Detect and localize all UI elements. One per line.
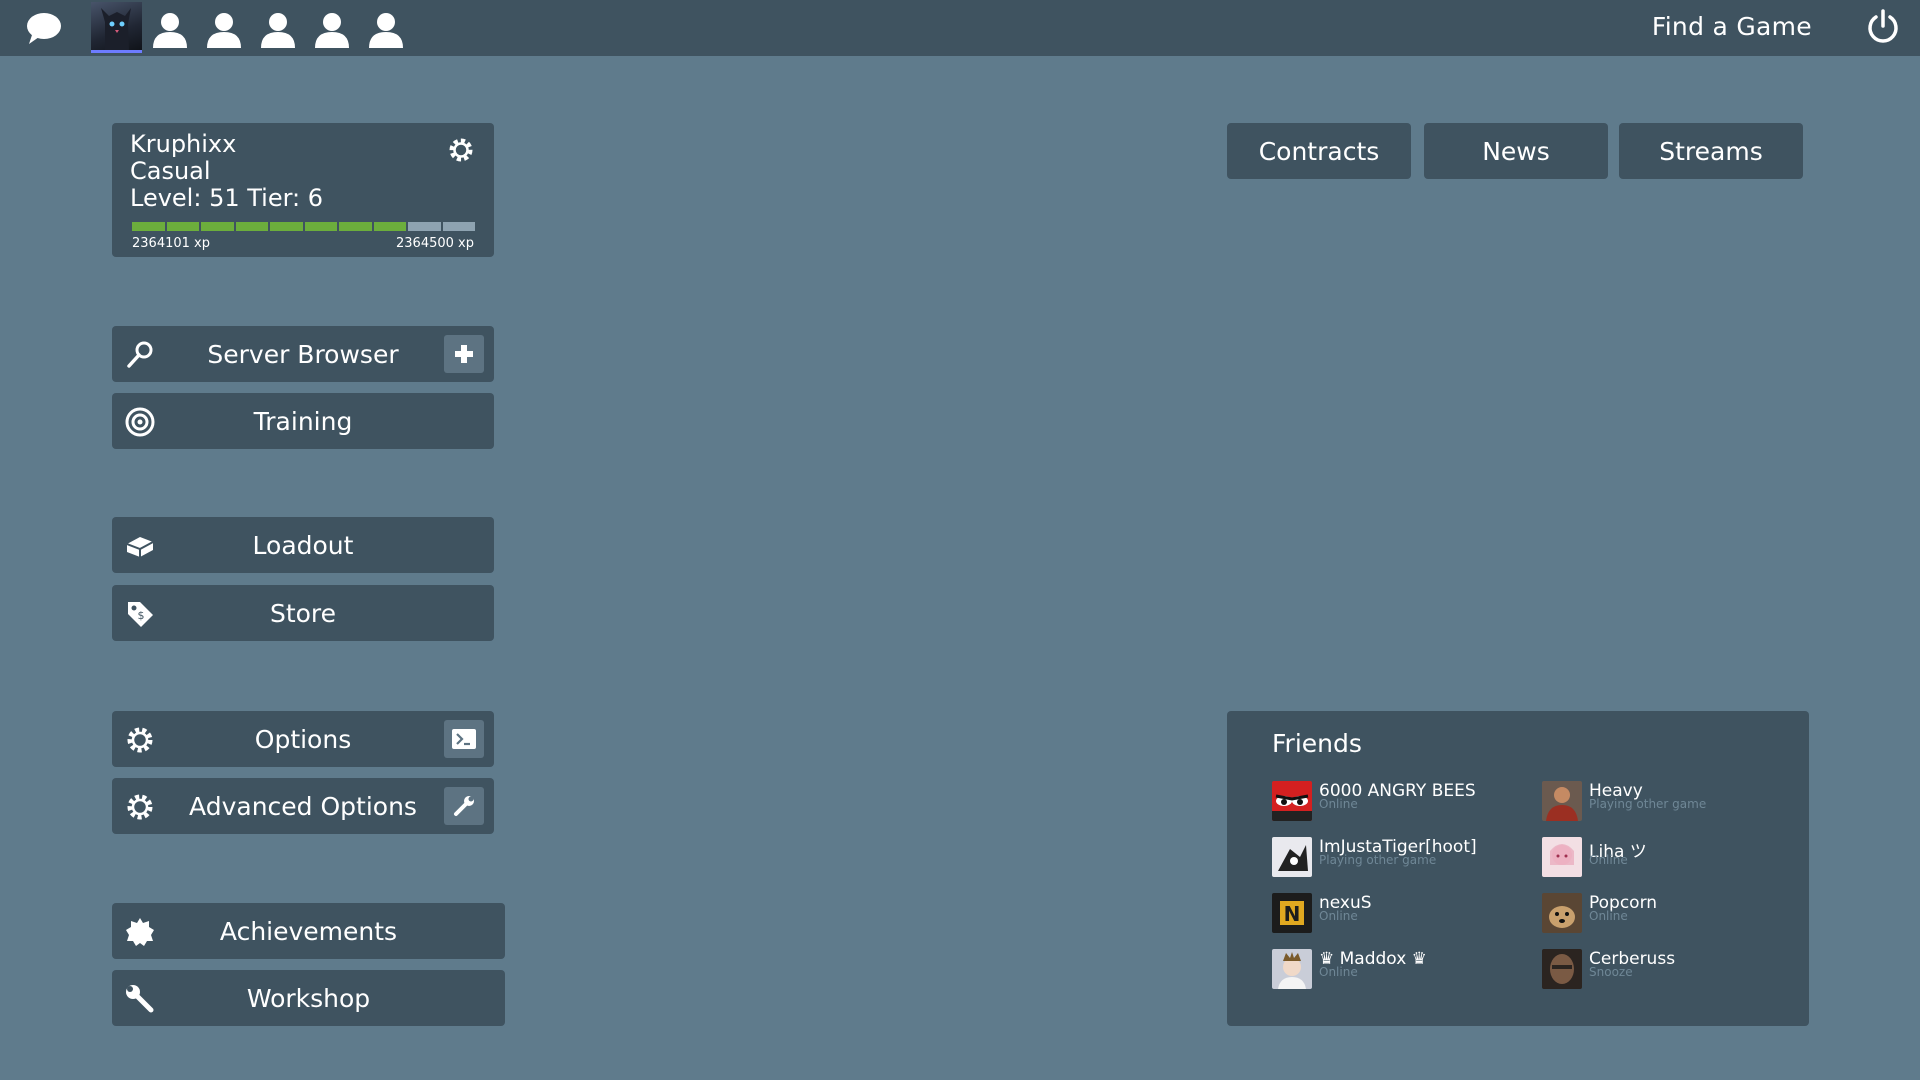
xp-progress-bar [132,222,475,231]
friend-status: Online [1589,853,1628,867]
power-icon[interactable] [1864,8,1902,46]
options-label: Options [254,724,352,754]
svg-text:N: N [1284,902,1301,926]
advanced-tools-button[interactable] [444,787,484,825]
add-server-button[interactable] [444,335,484,373]
loadout-label: Loadout [252,530,354,560]
player-mode: Casual [130,157,211,185]
party-slot-icon[interactable] [204,10,244,50]
profile-card: Kruphixx Casual Level: 51 Tier: 6 236410… [112,123,494,257]
friend-status: Online [1589,909,1628,923]
store-button[interactable]: $ Store [112,585,494,641]
find-game-button[interactable]: Find a Game [1652,12,1812,41]
friend-item[interactable]: Heavy Playing other game [1542,781,1792,825]
xp-next: 2364500 xp [396,236,474,251]
friend-status: Playing other game [1589,797,1707,811]
friend-avatar [1542,893,1582,933]
party-slot-icon[interactable] [258,10,298,50]
friend-avatar [1542,837,1582,877]
badge-icon [126,918,154,946]
price-tag-icon: $ [128,602,153,627]
party-slot-icon[interactable] [150,10,190,50]
friend-status: Playing other game [1319,853,1437,867]
gear-icon [127,727,153,753]
loadout-button[interactable]: Loadout [112,517,494,573]
achievements-button[interactable]: Achievements [112,903,505,959]
training-button[interactable]: Training [112,393,494,449]
top-bar: Find a Game [0,0,1920,56]
server-browser-label: Server Browser [207,339,399,369]
tab-contracts[interactable]: Contracts [1227,123,1411,179]
friend-avatar [1542,949,1582,989]
achievements-label: Achievements [219,916,398,946]
magnifier-icon [127,341,153,368]
friend-avatar [1272,781,1312,821]
player-name: Kruphixx [130,130,237,158]
loadout-icon [126,537,154,557]
friend-status: Online [1319,965,1358,979]
friend-item[interactable]: Liha ツ Online [1542,837,1792,881]
xp-current: 2364101 xp [132,236,210,251]
friend-item[interactable]: ImJustaTiger[hoot] Playing other game [1272,837,1522,881]
tab-streams[interactable]: Streams [1619,123,1803,179]
gear-icon[interactable] [446,135,476,165]
friend-item[interactable]: 6000 ANGRY BEES Online [1272,781,1522,825]
target-icon [125,407,155,437]
server-browser-button[interactable]: Server Browser [112,326,494,382]
friend-item[interactable]: N nexuS Online [1272,893,1522,937]
svg-text:$: $ [138,609,145,622]
friend-item[interactable]: Cerberuss Snooze [1542,949,1792,993]
friend-item[interactable]: Popcorn Online [1542,893,1792,937]
store-label: Store [269,598,337,628]
player-avatar[interactable] [91,2,142,53]
options-button[interactable]: Options [112,711,494,767]
party-slot-icon[interactable] [366,10,406,50]
training-label: Training [253,406,353,436]
console-button[interactable] [444,720,484,758]
wrench-icon [454,796,474,816]
friend-avatar: N [1272,893,1312,933]
friend-status: Online [1319,909,1358,923]
wrench-icon [126,985,154,1013]
advanced-options-label: Advanced Options [189,791,417,821]
plus-icon [455,345,473,363]
workshop-button[interactable]: Workshop [112,970,505,1026]
friend-status: Snooze [1589,965,1633,979]
tab-news[interactable]: News [1424,123,1608,179]
friend-status: Online [1319,797,1358,811]
friend-avatar [1272,949,1312,989]
friend-avatar [1272,837,1312,877]
friend-avatar [1542,781,1582,821]
workshop-label: Workshop [246,983,371,1013]
chat-icon[interactable] [24,8,64,48]
friends-panel: Friends 6000 ANGRY BEES Online Heavy Pla… [1227,711,1809,1026]
friend-item[interactable]: ♛ Maddox ♛ Online [1272,949,1522,993]
console-icon [452,729,476,749]
player-level: Level: 51 Tier: 6 [130,184,324,212]
advanced-options-button[interactable]: Advanced Options [112,778,494,834]
friends-title: Friends [1272,729,1362,758]
gear-icon [127,794,153,820]
party-slot-icon[interactable] [312,10,352,50]
